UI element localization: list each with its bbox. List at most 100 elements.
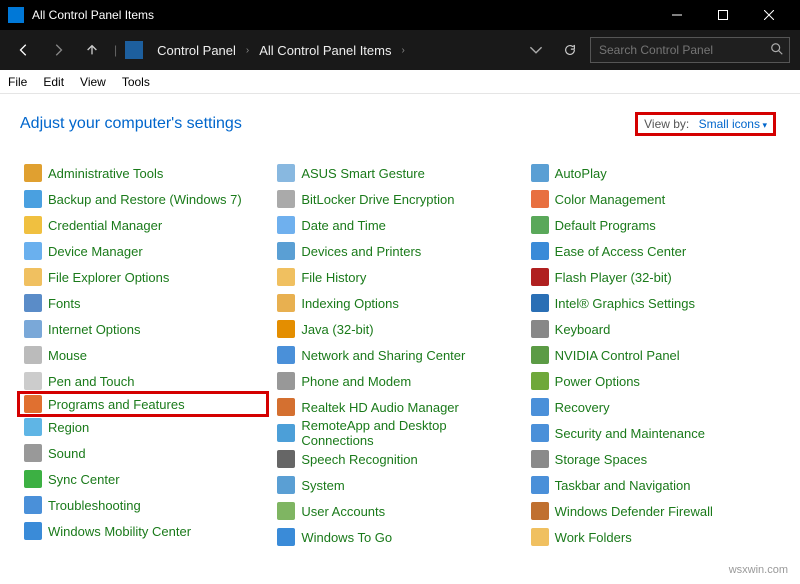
menu-bar: File Edit View Tools xyxy=(0,70,800,94)
item-icon xyxy=(531,424,549,442)
control-panel-item[interactable]: Work Folders xyxy=(527,524,776,550)
item-label: Mouse xyxy=(48,348,87,363)
control-panel-item[interactable]: Sync Center xyxy=(20,466,269,492)
control-panel-item[interactable]: File Explorer Options xyxy=(20,264,269,290)
control-panel-item[interactable]: Security and Maintenance xyxy=(527,420,776,446)
control-panel-item[interactable]: Devices and Printers xyxy=(273,238,522,264)
menu-tools[interactable]: Tools xyxy=(122,75,150,89)
control-panel-item[interactable]: Taskbar and Navigation xyxy=(527,472,776,498)
item-label: Fonts xyxy=(48,296,81,311)
control-panel-item[interactable]: Backup and Restore (Windows 7) xyxy=(20,186,269,212)
control-panel-item[interactable]: System xyxy=(273,472,522,498)
navigation-bar: | Control Panel › All Control Panel Item… xyxy=(0,30,800,70)
control-panel-item[interactable]: Date and Time xyxy=(273,212,522,238)
item-icon xyxy=(277,476,295,494)
control-panel-item[interactable]: Network and Sharing Center xyxy=(273,342,522,368)
view-by-value[interactable]: Small icons xyxy=(699,117,767,131)
item-icon xyxy=(277,346,295,364)
control-panel-item[interactable]: Realtek HD Audio Manager xyxy=(273,394,522,420)
minimize-button[interactable] xyxy=(654,0,700,30)
control-panel-item[interactable]: Mouse xyxy=(20,342,269,368)
control-panel-item[interactable]: Device Manager xyxy=(20,238,269,264)
item-icon xyxy=(24,496,42,514)
control-panel-item[interactable]: File History xyxy=(273,264,522,290)
control-panel-item[interactable]: User Accounts xyxy=(273,498,522,524)
control-panel-item[interactable]: Recovery xyxy=(527,394,776,420)
search-input[interactable] xyxy=(590,37,790,63)
menu-edit[interactable]: Edit xyxy=(43,75,64,89)
control-panel-item[interactable]: RemoteApp and Desktop Connections xyxy=(273,420,522,446)
dropdown-history-button[interactable] xyxy=(522,36,550,64)
control-panel-item[interactable]: AutoPlay xyxy=(527,160,776,186)
refresh-button[interactable] xyxy=(556,36,584,64)
item-label: Pen and Touch xyxy=(48,374,135,389)
item-icon xyxy=(277,528,295,546)
control-panel-item[interactable]: Power Options xyxy=(527,368,776,394)
item-label: System xyxy=(301,478,344,493)
titlebar: All Control Panel Items xyxy=(0,0,800,30)
item-icon xyxy=(277,164,295,182)
control-panel-item[interactable]: Credential Manager xyxy=(20,212,269,238)
control-panel-item[interactable]: Intel® Graphics Settings xyxy=(527,290,776,316)
control-panel-item[interactable]: Ease of Access Center xyxy=(527,238,776,264)
control-panel-item[interactable]: Storage Spaces xyxy=(527,446,776,472)
control-panel-item[interactable]: Windows Mobility Center xyxy=(20,518,269,544)
forward-button[interactable] xyxy=(44,36,72,64)
control-panel-item[interactable]: Sound xyxy=(20,440,269,466)
watermark: wsxwin.com xyxy=(729,564,788,576)
item-icon xyxy=(277,502,295,520)
control-panel-item[interactable]: Default Programs xyxy=(527,212,776,238)
view-by-selector[interactable]: View by: Small icons xyxy=(635,112,776,136)
item-icon xyxy=(24,294,42,312)
control-panel-item[interactable]: Color Management xyxy=(527,186,776,212)
item-label: Flash Player (32-bit) xyxy=(555,270,672,285)
control-panel-item[interactable]: Fonts xyxy=(20,290,269,316)
control-panel-item[interactable]: NVIDIA Control Panel xyxy=(527,342,776,368)
item-icon xyxy=(277,320,295,338)
breadcrumb-control-panel[interactable]: Control Panel xyxy=(153,43,240,58)
window-title: All Control Panel Items xyxy=(32,8,654,22)
items-grid: Administrative ToolsBackup and Restore (… xyxy=(20,160,776,550)
item-icon xyxy=(24,190,42,208)
control-panel-item[interactable]: Indexing Options xyxy=(273,290,522,316)
item-label: Windows To Go xyxy=(301,530,392,545)
menu-file[interactable]: File xyxy=(8,75,27,89)
item-label: BitLocker Drive Encryption xyxy=(301,192,454,207)
search-wrap xyxy=(590,37,790,63)
item-icon xyxy=(277,450,295,468)
item-icon xyxy=(277,190,295,208)
item-label: File Explorer Options xyxy=(48,270,169,285)
item-label: Troubleshooting xyxy=(48,498,141,513)
item-label: Sound xyxy=(48,446,86,461)
close-button[interactable] xyxy=(746,0,792,30)
maximize-button[interactable] xyxy=(700,0,746,30)
control-panel-item[interactable]: ASUS Smart Gesture xyxy=(273,160,522,186)
content-area: Adjust your computer's settings View by:… xyxy=(0,94,800,560)
item-label: File History xyxy=(301,270,366,285)
item-label: Work Folders xyxy=(555,530,632,545)
item-label: ASUS Smart Gesture xyxy=(301,166,425,181)
control-panel-item[interactable]: Administrative Tools xyxy=(20,160,269,186)
control-panel-item[interactable]: Troubleshooting xyxy=(20,492,269,518)
control-panel-item[interactable]: BitLocker Drive Encryption xyxy=(273,186,522,212)
item-label: Internet Options xyxy=(48,322,141,337)
control-panel-item[interactable]: Internet Options xyxy=(20,316,269,342)
up-button[interactable] xyxy=(78,36,106,64)
item-label: Sync Center xyxy=(48,472,120,487)
control-panel-item[interactable]: Flash Player (32-bit) xyxy=(527,264,776,290)
breadcrumb-all-items[interactable]: All Control Panel Items xyxy=(255,43,395,58)
control-panel-item[interactable]: Java (32-bit) xyxy=(273,316,522,342)
control-panel-item[interactable]: Keyboard xyxy=(527,316,776,342)
control-panel-item[interactable]: Region xyxy=(20,414,269,440)
item-label: Security and Maintenance xyxy=(555,426,705,441)
control-panel-item[interactable]: Windows To Go xyxy=(273,524,522,550)
item-icon xyxy=(24,418,42,436)
item-icon xyxy=(24,346,42,364)
menu-view[interactable]: View xyxy=(80,75,106,89)
item-icon xyxy=(277,216,295,234)
control-panel-item[interactable]: Phone and Modem xyxy=(273,368,522,394)
control-panel-item[interactable]: Windows Defender Firewall xyxy=(527,498,776,524)
control-panel-item[interactable]: Speech Recognition xyxy=(273,446,522,472)
back-button[interactable] xyxy=(10,36,38,64)
search-icon[interactable] xyxy=(770,42,784,61)
